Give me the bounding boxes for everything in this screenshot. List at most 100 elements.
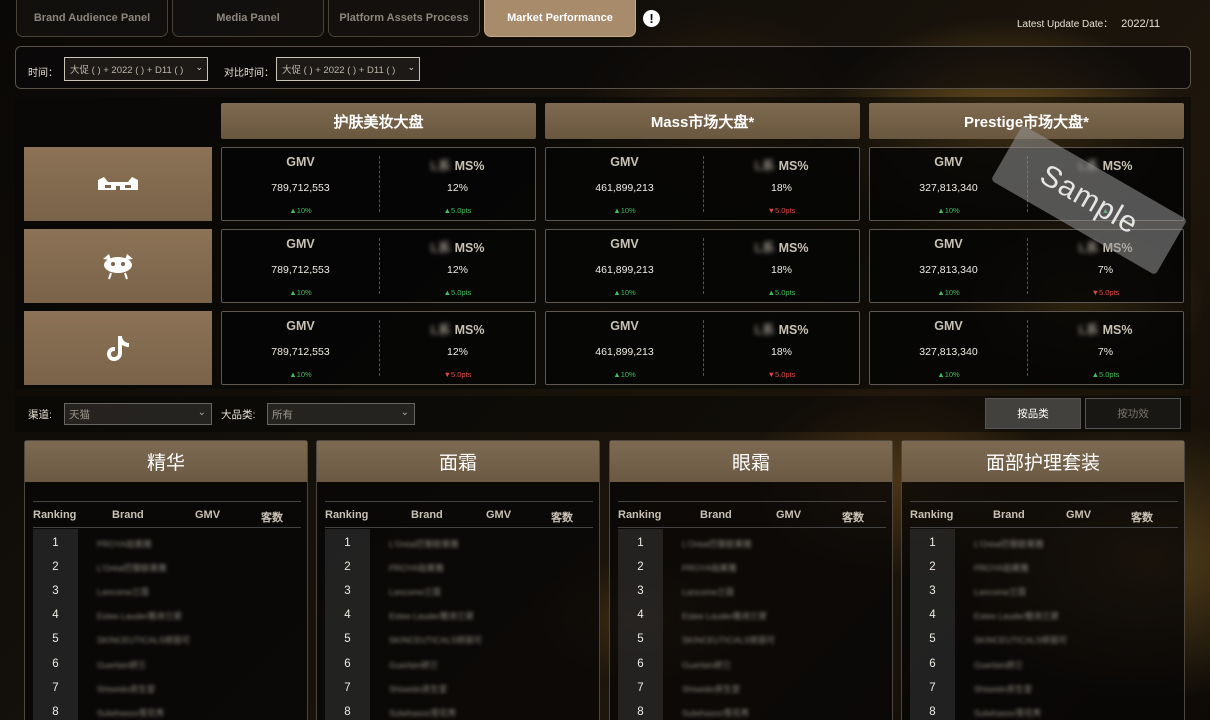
time-filter-bar: 时间： 大促 ( ) + 2022 ( ) + D11 ( ) ⌄ 对比时间： … bbox=[15, 46, 1191, 89]
brand-name: PROYA珀莱雅 bbox=[974, 563, 1029, 573]
rank: 3 bbox=[344, 585, 351, 597]
table-row[interactable]: 1 PROYA珀莱雅 bbox=[33, 532, 301, 556]
table-row[interactable]: 3 Lancome兰蔻 bbox=[33, 580, 301, 604]
rank: 2 bbox=[929, 561, 936, 573]
kpi-card[interactable]: GMV 461,899,213 ▲10% L系 MS% 18% ▼5.0pts bbox=[545, 147, 860, 221]
ms-value: 12% bbox=[446, 346, 468, 358]
gmv-label: GMV bbox=[934, 237, 963, 251]
table-row[interactable]: 5 SKINCEUTICALS修丽可 bbox=[618, 628, 886, 652]
category-title: 面部护理套装 bbox=[902, 441, 1184, 482]
rank: 4 bbox=[344, 609, 351, 621]
table-row[interactable]: 6 Guerlain娇兰 bbox=[618, 653, 886, 677]
rank: 1 bbox=[344, 537, 351, 549]
table-row[interactable]: 1 L'Oréal巴黎欧莱雅 bbox=[618, 532, 886, 556]
table-row[interactable]: 8 Sulwhasoo雪花秀 bbox=[910, 701, 1178, 720]
table-row[interactable]: 5 SKINCEUTICALS修丽可 bbox=[910, 628, 1178, 652]
kpi-card[interactable]: GMV 789,712,553 ▲10% L系 MS% 12% ▲5.0pts bbox=[221, 229, 536, 303]
rank: 5 bbox=[929, 633, 936, 645]
triangle-down-icon: ▼ bbox=[1091, 288, 1099, 297]
table-row[interactable]: 1 L'Oréal巴黎欧莱雅 bbox=[325, 532, 593, 556]
brand-name: Guerlain娇兰 bbox=[97, 660, 147, 670]
time-select[interactable]: 大促 ( ) + 2022 ( ) + D11 ( ) ⌄ bbox=[64, 57, 208, 81]
rank: 1 bbox=[637, 537, 644, 549]
header-brand: Brand bbox=[112, 509, 144, 521]
kpi-card[interactable]: GMV 789,712,553 ▲10% L系 MS% 12% ▼5.0pts bbox=[221, 311, 536, 385]
gmv-label: GMV bbox=[286, 155, 315, 169]
gmv-value: 789,712,553 bbox=[271, 346, 330, 358]
ms-change: ▲5.0pts bbox=[767, 288, 796, 297]
triangle-up-icon: ▲ bbox=[613, 370, 621, 379]
platform-tiktok[interactable] bbox=[24, 311, 212, 385]
kpi-card[interactable]: GMV 461,899,213 ▲10% L系 MS% 18% ▼5.0pts bbox=[545, 311, 860, 385]
triangle-up-icon: ▲ bbox=[443, 288, 451, 297]
table-row[interactable]: 2 PROYA珀莱雅 bbox=[325, 556, 593, 580]
kpi-card[interactable]: GMV 789,712,553 ▲10% L系 MS% 12% ▲5.0pts bbox=[221, 147, 536, 221]
tab-market-performance[interactable]: Market Performance bbox=[484, 0, 636, 37]
brand-name: Lancome兰蔻 bbox=[974, 587, 1026, 597]
category-title: 精华 bbox=[25, 441, 307, 482]
rank: 6 bbox=[637, 658, 644, 670]
table-row[interactable]: 5 SKINCEUTICALS修丽可 bbox=[325, 628, 593, 652]
table-row[interactable]: 4 Estee Lauder雅诗兰黛 bbox=[618, 604, 886, 628]
brand-name: Shiseido资生堂 bbox=[682, 684, 741, 694]
ms-blur-label: L系 bbox=[1078, 241, 1099, 255]
alert-icon[interactable]: ! bbox=[643, 10, 660, 27]
table-row[interactable]: 2 PROYA珀莱雅 bbox=[618, 556, 886, 580]
brand-name: L'Oréal巴黎欧莱雅 bbox=[974, 539, 1044, 549]
ms-blur-label: L系 bbox=[1078, 323, 1099, 337]
tab-platform-assets-process[interactable]: Platform Assets Process bbox=[328, 0, 480, 37]
table-row[interactable]: 6 Guerlain娇兰 bbox=[33, 653, 301, 677]
rank: 7 bbox=[637, 682, 644, 694]
table-row[interactable]: 6 Guerlain娇兰 bbox=[910, 653, 1178, 677]
table-row[interactable]: 8 Sulwhasoo雪花秀 bbox=[618, 701, 886, 720]
ms-label: MS% bbox=[778, 159, 809, 173]
triangle-up-icon: ▲ bbox=[937, 288, 945, 297]
gmv-value: 327,813,340 bbox=[919, 264, 978, 276]
table-row[interactable]: 1 L'Oréal巴黎欧莱雅 bbox=[910, 532, 1178, 556]
rank: 2 bbox=[637, 561, 644, 573]
triangle-up-icon: ▲ bbox=[937, 206, 945, 215]
table-row[interactable]: 2 PROYA珀莱雅 bbox=[910, 556, 1178, 580]
category-select[interactable]: 所有 ⌄ bbox=[267, 403, 415, 425]
kpi-card[interactable]: GMV 461,899,213 ▲10% L系 MS% 18% ▲5.0pts bbox=[545, 229, 860, 303]
table-row[interactable]: 8 Sulwhasoo雪花秀 bbox=[325, 701, 593, 720]
brand-name: L'Oréal巴黎欧莱雅 bbox=[682, 539, 752, 549]
tab-media-panel[interactable]: Media Panel bbox=[172, 0, 324, 37]
by-category-button[interactable]: 按品类 bbox=[985, 398, 1081, 429]
table-row[interactable]: 6 Guerlain娇兰 bbox=[325, 653, 593, 677]
brand-name: SKINCEUTICALS修丽可 bbox=[389, 635, 483, 645]
ms-change: ▲5.0pts bbox=[443, 288, 472, 297]
kpi-card[interactable]: GMV 327,813,340 ▲10% L系 MS% 7% ▲5.0pts bbox=[869, 311, 1184, 385]
table-row[interactable]: 4 Estee Lauder雅诗兰黛 bbox=[910, 604, 1178, 628]
table-row[interactable]: 2 L'Oréal巴黎欧莱雅 bbox=[33, 556, 301, 580]
gmv-label: GMV bbox=[934, 319, 963, 333]
platform-tmall[interactable] bbox=[24, 147, 212, 221]
brand-name: L'Oréal巴黎欧莱雅 bbox=[389, 539, 459, 549]
table-row[interactable]: 7 Shiseido资生堂 bbox=[325, 677, 593, 701]
by-efficacy-button[interactable]: 按功效 bbox=[1085, 398, 1181, 429]
header-gmv: GMV bbox=[1066, 509, 1092, 521]
triangle-down-icon: ▼ bbox=[767, 370, 775, 379]
table-row[interactable]: 5 SKINCEUTICALS修丽可 bbox=[33, 628, 301, 652]
table-row[interactable]: 3 Lancome兰蔻 bbox=[910, 580, 1178, 604]
platform-jd[interactable] bbox=[24, 229, 212, 303]
rank: 8 bbox=[52, 706, 59, 718]
table-row[interactable]: 7 Shiseido资生堂 bbox=[618, 677, 886, 701]
table-row[interactable]: 7 Shiseido资生堂 bbox=[33, 677, 301, 701]
brand-name: Shiseido资生堂 bbox=[974, 684, 1033, 694]
tab-brand-audience-panel[interactable]: Brand Audience Panel bbox=[16, 0, 168, 37]
table-row[interactable]: 3 Lancome兰蔻 bbox=[618, 580, 886, 604]
table-row[interactable]: 4 Estee Lauder雅诗兰黛 bbox=[325, 604, 593, 628]
channel-select[interactable]: 天猫 ⌄ bbox=[64, 403, 212, 425]
table-row[interactable]: 4 Estee Lauder雅诗兰黛 bbox=[33, 604, 301, 628]
rank: 3 bbox=[929, 585, 936, 597]
ms-change: ▲5.0pts bbox=[443, 206, 472, 215]
rank: 6 bbox=[52, 658, 59, 670]
table-row[interactable]: 8 Sulwhasoo雪花秀 bbox=[33, 701, 301, 720]
brand-name: Estee Lauder雅诗兰黛 bbox=[974, 611, 1059, 621]
table-row[interactable]: 7 Shiseido资生堂 bbox=[910, 677, 1178, 701]
compare-time-select[interactable]: 大促 ( ) + 2022 ( ) + D11 ( ) ⌄ bbox=[276, 57, 420, 81]
brand-name: SKINCEUTICALS修丽可 bbox=[682, 635, 776, 645]
table-row[interactable]: 3 Lancome兰蔻 bbox=[325, 580, 593, 604]
rank: 5 bbox=[344, 633, 351, 645]
